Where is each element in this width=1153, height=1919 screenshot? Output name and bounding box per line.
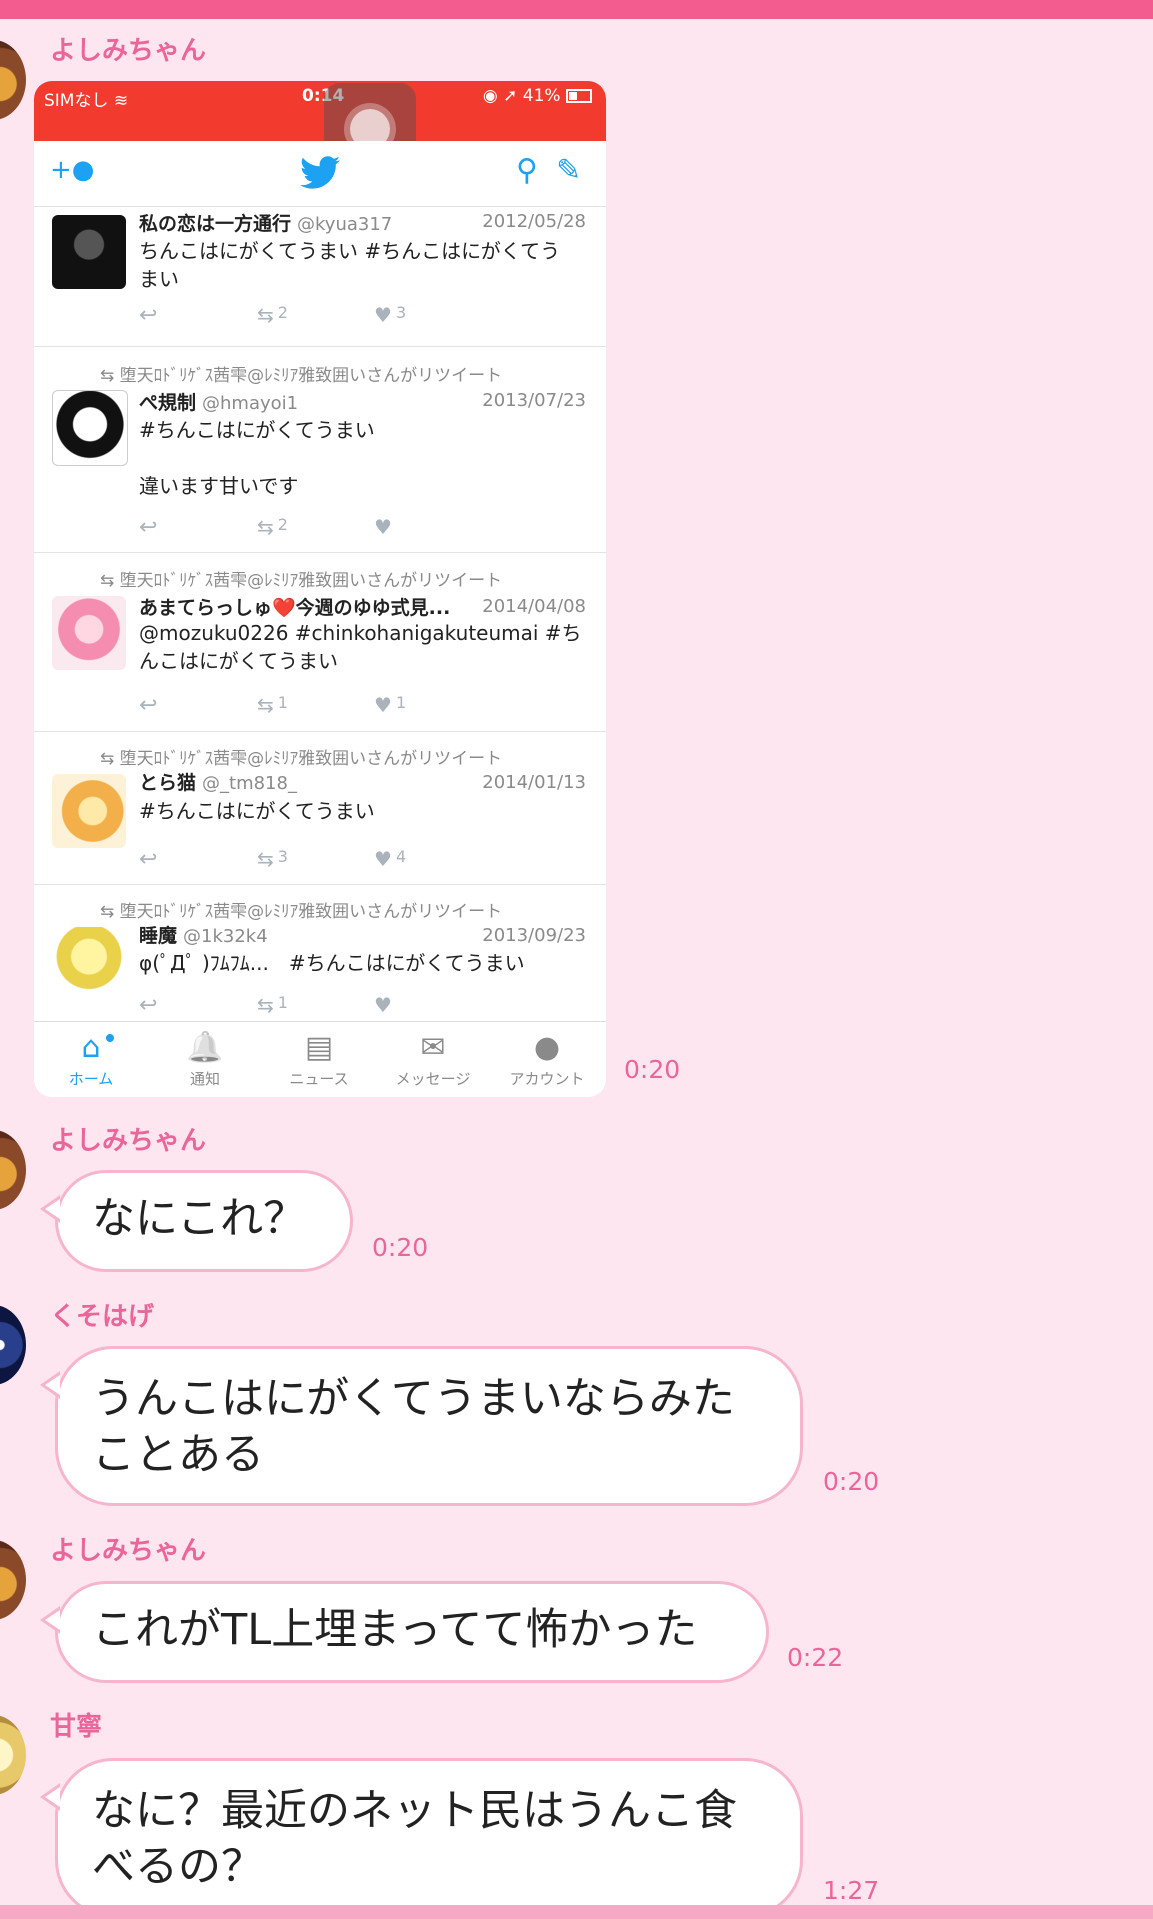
reply-icon[interactable]: ↩ bbox=[139, 847, 157, 872]
mail-icon: ✉ bbox=[420, 1030, 446, 1065]
retweet-icon[interactable]: ⇆ 3 bbox=[257, 847, 288, 871]
search-icon[interactable]: ⚲ bbox=[516, 153, 538, 188]
reply-icon[interactable]: ↩ bbox=[139, 303, 157, 328]
tweet[interactable]: 私の恋は一方通行 @kyua317 2012/05/28 ちんこはにがくてうまい … bbox=[34, 207, 606, 347]
sender-name: よしみちゃん bbox=[50, 36, 207, 66]
account-icon: ● bbox=[533, 1030, 561, 1065]
message-time: 0:20 bbox=[624, 1055, 681, 1084]
message-time: 1:27 bbox=[823, 1876, 880, 1905]
tweet-date: 2013/07/23 bbox=[482, 390, 586, 411]
message-text: これがTL上埋まってて怖かった bbox=[92, 1605, 698, 1655]
unread-dot bbox=[106, 1034, 114, 1042]
reply-icon[interactable]: ↩ bbox=[139, 515, 157, 540]
tweet-author[interactable]: 睡魔 @1k32k4 bbox=[139, 921, 268, 948]
message-text: うんこはにがくてうまいならみた ことある bbox=[92, 1374, 735, 1480]
tweet-date: 2013/09/23 bbox=[482, 925, 586, 946]
avatar[interactable] bbox=[0, 1540, 26, 1620]
battery-icon bbox=[566, 89, 592, 103]
message-text: なに？最近のネット民はうんこ食 べるの？ bbox=[92, 1786, 737, 1892]
tweet-actions: ↩ ⇆ 3 ♥ 4 bbox=[139, 847, 439, 872]
reply-icon[interactable]: ↩ bbox=[139, 693, 157, 718]
tweet-actions: ↩ ⇆ 2 ♥ bbox=[139, 515, 439, 540]
like-icon[interactable]: ♥ 1 bbox=[374, 693, 406, 717]
top-bar bbox=[0, 0, 1153, 19]
tweet-avatar[interactable] bbox=[52, 215, 126, 289]
like-icon[interactable]: ♥ bbox=[374, 515, 392, 539]
retweeted-by: ⇆ 堕天ﾛﾄﾞﾘｹﾞｽ茜雫@ﾚﾐﾘｱ雅致囲いさんがリツイート bbox=[100, 366, 503, 386]
tweet-text: @mozuku0226 #chinkohanigakuteumai #ち んこはに… bbox=[139, 621, 582, 673]
retweet-icon[interactable]: ⇆ 1 bbox=[257, 993, 288, 1017]
sender-name: よしみちゃん bbox=[50, 1126, 207, 1156]
tweet-author[interactable]: あまてらっしゅ❤️今週のゆゆ式見... bbox=[139, 593, 450, 620]
location-icon: ➚ bbox=[503, 86, 518, 106]
like-icon[interactable]: ♥ bbox=[374, 993, 392, 1017]
tab-home[interactable]: ⌂ ホーム bbox=[34, 1028, 148, 1089]
avatar[interactable] bbox=[0, 1130, 26, 1210]
message-bubble[interactable]: うんこはにがくてうまいならみた ことある bbox=[40, 1346, 803, 1506]
message-text: なにこれ？ bbox=[92, 1194, 307, 1244]
add-user-icon[interactable]: +● bbox=[50, 155, 94, 185]
tweet-avatar[interactable] bbox=[52, 390, 128, 466]
retweet-icon[interactable]: ⇆ 2 bbox=[257, 303, 288, 327]
sender-name: よしみちゃん bbox=[50, 1536, 207, 1566]
screenshot-image[interactable]: SIMなし ≋ 0:14 ◉ ➚ 41% +● ⚲ ✎ 私の恋は一方通行 @kyu… bbox=[34, 81, 606, 1097]
tab-messages[interactable]: ✉ メッセージ bbox=[376, 1028, 490, 1089]
tweet-text: φ(ﾟДﾟ )ﾌﾑﾌﾑ... #ちんこはにがくてうまい bbox=[139, 951, 525, 975]
news-icon: ▤ bbox=[304, 1030, 334, 1065]
reply-icon[interactable]: ↩ bbox=[139, 993, 157, 1018]
retweeted-by: ⇆ 堕天ﾛﾄﾞﾘｹﾞｽ茜雫@ﾚﾐﾘｱ雅致囲いさんがリツイート bbox=[100, 571, 503, 591]
tweet-text: #ちんこはにがくてうまい 違います甘いです bbox=[139, 418, 375, 498]
tweet-avatar[interactable] bbox=[52, 927, 126, 1001]
battery-status: ◉ ➚ 41% bbox=[483, 86, 592, 106]
ios-status-bar: SIMなし ≋ 0:14 ◉ ➚ 41% bbox=[34, 81, 606, 141]
twitter-bird-icon bbox=[300, 156, 340, 189]
tweet-author[interactable]: ぺ規制 @hmayoi1 bbox=[139, 388, 298, 415]
home-icon: ⌂ bbox=[81, 1030, 101, 1065]
tweet-text: #ちんこはにがくてうまい bbox=[139, 799, 375, 823]
retweet-icon[interactable]: ⇆ 2 bbox=[257, 515, 288, 539]
message-bubble[interactable]: なに？最近のネット民はうんこ食 べるの？ bbox=[40, 1758, 803, 1918]
message-bubble[interactable]: これがTL上埋まってて怖かった bbox=[40, 1581, 769, 1683]
tweet[interactable]: ⇆ 堕天ﾛﾄﾞﾘｹﾞｽ茜雫@ﾚﾐﾘｱ雅致囲いさんがリツイート 睡魔 @1k32k4… bbox=[34, 885, 606, 1021]
tweet-date: 2014/04/08 bbox=[482, 596, 586, 617]
sender-name: くそはげ bbox=[50, 1302, 155, 1332]
twitter-tab-bar: ⌂ ホーム 🔔 通知 ▤ ニュース ✉ メッセージ ● アカウント bbox=[34, 1021, 606, 1097]
avatar[interactable] bbox=[0, 1715, 26, 1795]
avatar[interactable] bbox=[0, 40, 26, 120]
tweet-date: 2014/01/13 bbox=[482, 772, 586, 793]
sender-name: 甘寧 bbox=[50, 1712, 103, 1742]
tab-news[interactable]: ▤ ニュース bbox=[262, 1028, 376, 1089]
tweet[interactable]: ⇆ 堕天ﾛﾄﾞﾘｹﾞｽ茜雫@ﾚﾐﾘｱ雅致囲いさんがリツイート とら猫 @_tm81… bbox=[34, 732, 606, 885]
retweeted-by: ⇆ 堕天ﾛﾄﾞﾘｹﾞｽ茜雫@ﾚﾐﾘｱ雅致囲いさんがリツイート bbox=[100, 749, 503, 769]
retweeted-by: ⇆ 堕天ﾛﾄﾞﾘｹﾞｽ茜雫@ﾚﾐﾘｱ雅致囲いさんがリツイート bbox=[100, 902, 503, 922]
tab-notifications[interactable]: 🔔 通知 bbox=[148, 1028, 262, 1089]
avatar[interactable] bbox=[0, 1305, 26, 1385]
bottom-bar bbox=[0, 1905, 1153, 1919]
bell-icon: 🔔 bbox=[186, 1030, 224, 1065]
like-icon[interactable]: ♥ 3 bbox=[374, 303, 406, 327]
compose-icon[interactable]: ✎ bbox=[556, 153, 581, 188]
carrier-label: SIMなし ≋ bbox=[44, 91, 129, 111]
tweet-avatar[interactable] bbox=[52, 774, 126, 848]
tweet-author[interactable]: 私の恋は一方通行 @kyua317 bbox=[139, 209, 392, 236]
tab-account[interactable]: ● アカウント bbox=[490, 1028, 604, 1089]
retweet-icon[interactable]: ⇆ 1 bbox=[257, 693, 288, 717]
twitter-header: +● ⚲ ✎ bbox=[34, 141, 606, 207]
message-time: 0:22 bbox=[787, 1643, 844, 1672]
tweet-actions: ↩ ⇆ 1 ♥ bbox=[139, 993, 439, 1018]
tweet-avatar[interactable] bbox=[52, 596, 126, 670]
tweet-text: ちんこはにがくてうまい #ちんこはにがくてう まい bbox=[139, 239, 561, 291]
tweet-actions: ↩ ⇆ 2 ♥ 3 bbox=[139, 303, 439, 328]
message-time: 0:20 bbox=[372, 1233, 429, 1262]
tweet-date: 2012/05/28 bbox=[482, 211, 586, 232]
tweet-actions: ↩ ⇆ 1 ♥ 1 bbox=[139, 693, 439, 718]
lock-rotation-icon: ◉ bbox=[482, 86, 498, 106]
tweet-author[interactable]: とら猫 @_tm818_ bbox=[139, 768, 297, 795]
tweet[interactable]: ⇆ 堕天ﾛﾄﾞﾘｹﾞｽ茜雫@ﾚﾐﾘｱ雅致囲いさんがリツイート あまてらっしゅ❤️… bbox=[34, 553, 606, 732]
message-time: 0:20 bbox=[823, 1467, 880, 1496]
tweet[interactable]: ⇆ 堕天ﾛﾄﾞﾘｹﾞｽ茜雫@ﾚﾐﾘｱ雅致囲いさんがリツイート ぺ規制 @hmayo… bbox=[34, 347, 606, 553]
wifi-icon: ≋ bbox=[113, 91, 129, 111]
message-bubble[interactable]: なにこれ？ bbox=[40, 1170, 353, 1272]
like-icon[interactable]: ♥ 4 bbox=[374, 847, 406, 871]
